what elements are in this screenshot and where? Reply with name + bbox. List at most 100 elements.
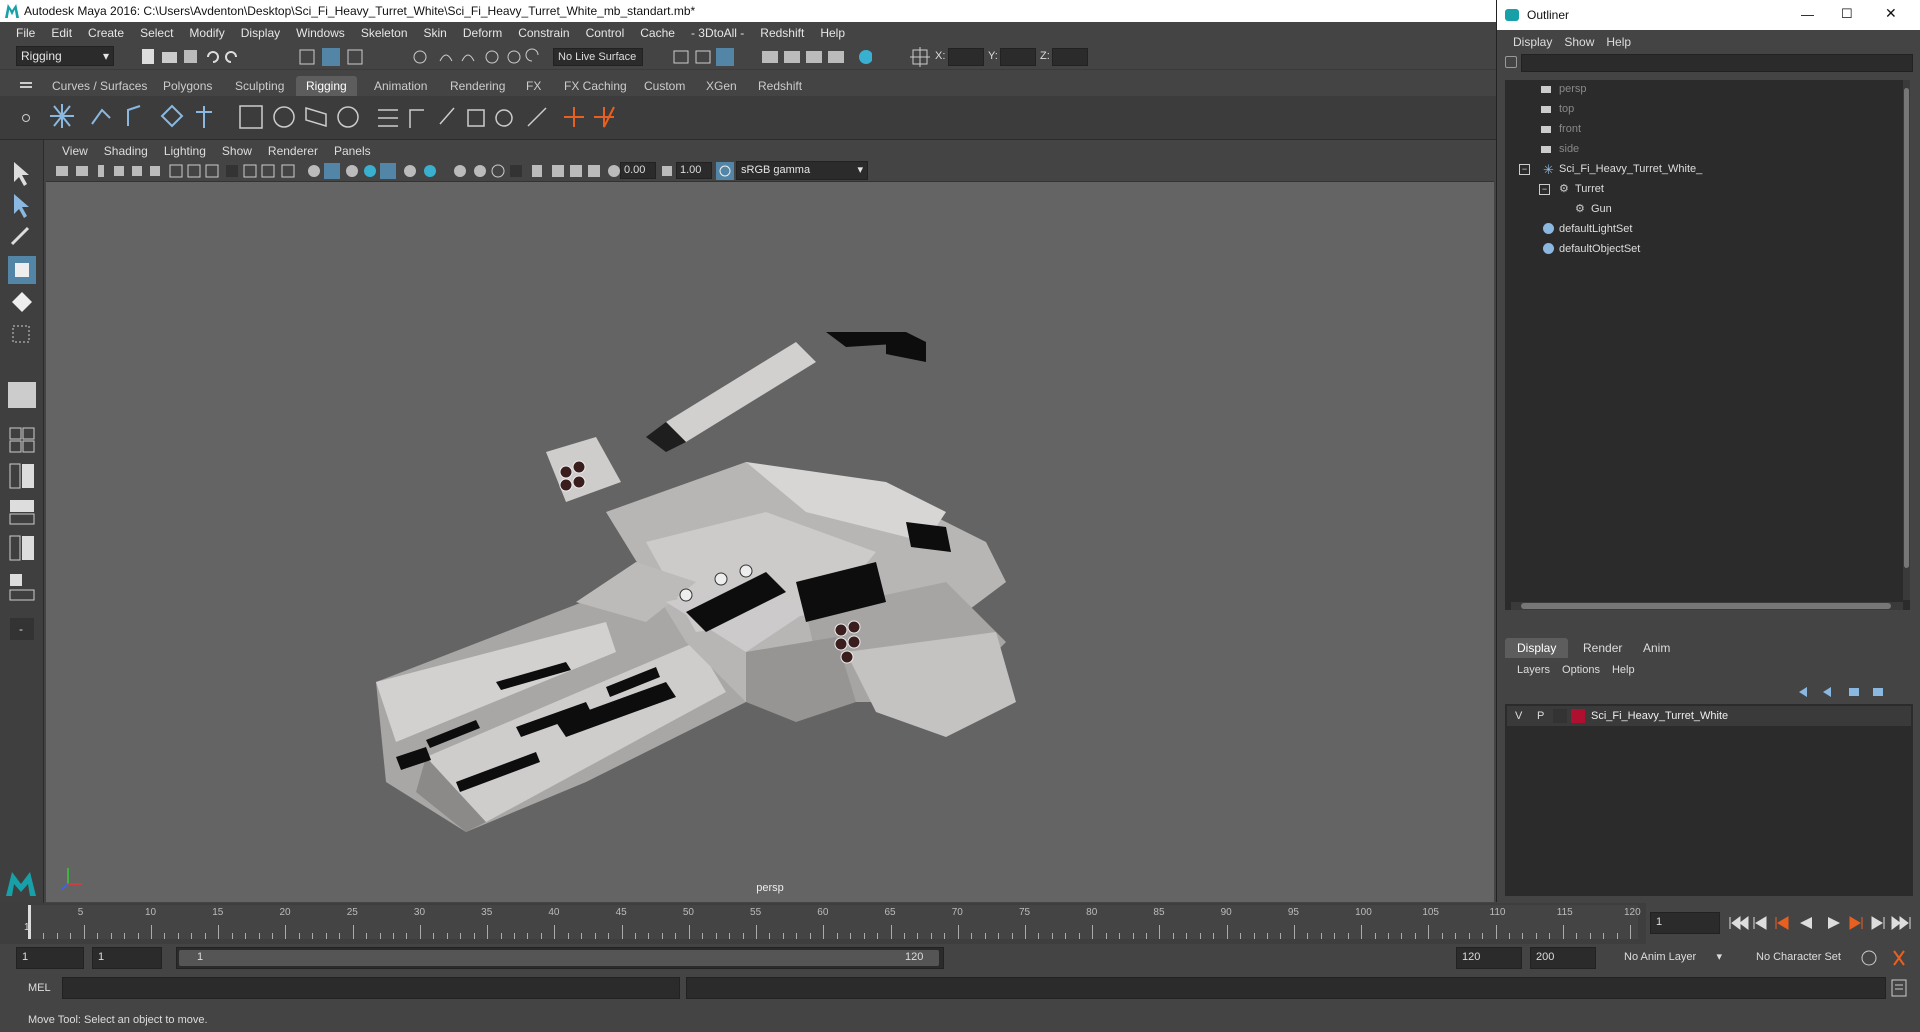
turret-model[interactable]	[46, 182, 1494, 902]
outliner-item-front[interactable]: front	[1559, 123, 1581, 135]
layer-tab-anim[interactable]: Anim	[1631, 638, 1682, 658]
collapse-toggle-icon[interactable]: −	[1519, 164, 1530, 175]
layer-menu-help[interactable]: Help	[1606, 664, 1641, 676]
minimize-button[interactable]: —	[1801, 7, 1814, 22]
layer-playback-toggle[interactable]: P	[1537, 710, 1544, 722]
shelf-tab-rigging[interactable]: Rigging	[296, 76, 357, 96]
outliner-horizontal-scrollbar[interactable]	[1511, 602, 1903, 610]
time-ruler[interactable]: 5 10 15 20 25 30 35 40 45 50 55 60 65 70 75 80 85 90 95 100…	[28, 905, 1641, 939]
menu-help[interactable]: Help	[812, 26, 853, 40]
layer-tab-render[interactable]: Render	[1571, 638, 1634, 658]
outliner-menu-help[interactable]: Help	[1600, 35, 1637, 49]
current-frame-field[interactable]: 1	[1650, 912, 1720, 934]
command-language-label[interactable]: MEL	[28, 982, 51, 994]
panel-menu-view[interactable]: View	[54, 144, 96, 158]
menu-skeleton[interactable]: Skeleton	[353, 26, 416, 40]
anim-layer-dropdown[interactable]: No Anim Layer ▾	[1612, 947, 1722, 969]
x-field[interactable]	[948, 48, 984, 66]
panel-menu-panels[interactable]: Panels	[326, 144, 379, 158]
menu-constrain[interactable]: Constrain	[510, 26, 577, 40]
playback-start-field[interactable]: 1	[92, 947, 162, 969]
menu-edit[interactable]: Edit	[43, 26, 80, 40]
panel-menu-lighting[interactable]: Lighting	[156, 144, 214, 158]
start-time-field[interactable]: 1	[16, 947, 84, 969]
outliner-vscroll-thumb[interactable]	[1904, 88, 1909, 568]
outliner-item-gun[interactable]: Gun	[1591, 203, 1612, 215]
maximize-button[interactable]: ☐	[1841, 6, 1853, 22]
shelf-menu-icon[interactable]	[20, 82, 32, 84]
end-time-field[interactable]: 200	[1530, 947, 1596, 969]
layer-row[interactable]: V P Sci_Fi_Heavy_Turret_White	[1507, 706, 1911, 726]
color-space-dropdown[interactable]: sRGB gamma ▾	[736, 161, 868, 180]
outliner-item-default-light-set[interactable]: defaultLightSet	[1559, 223, 1632, 235]
outliner-vertical-scrollbar[interactable]	[1903, 80, 1910, 600]
outliner-item-root[interactable]: Sci_Fi_Heavy_Turret_White_	[1559, 163, 1702, 175]
playback-end-field[interactable]: 120	[1456, 947, 1522, 969]
filter-icon[interactable]	[1505, 56, 1517, 68]
shelf-tab-polygons[interactable]: Polygons	[153, 76, 222, 96]
maya-home-icon[interactable]	[4, 870, 38, 898]
outliner-search-field[interactable]	[1521, 54, 1913, 72]
menu-windows[interactable]: Windows	[288, 26, 353, 40]
menu-file[interactable]: File	[8, 26, 43, 40]
close-button[interactable]: ✕	[1885, 5, 1897, 22]
viewport-persp[interactable]: persp	[46, 182, 1494, 902]
layer-name[interactable]: Sci_Fi_Heavy_Turret_White	[1591, 710, 1728, 722]
panel-menu-show[interactable]: Show	[214, 144, 260, 158]
shelf-settings-icon[interactable]	[22, 114, 30, 122]
shelf-tab-fx-caching[interactable]: FX Caching	[554, 76, 637, 96]
menu-deform[interactable]: Deform	[455, 26, 510, 40]
gamma-field[interactable]: 1.00	[676, 162, 712, 179]
shelf-tab-fx[interactable]: FX	[516, 76, 551, 96]
character-set-dropdown[interactable]: No Character Set	[1748, 947, 1878, 969]
menu-select[interactable]: Select	[132, 26, 181, 40]
menu-set-dropdown[interactable]: Rigging ▾	[16, 46, 114, 66]
shelf-tab-custom[interactable]: Custom	[634, 76, 695, 96]
menu-modify[interactable]: Modify	[181, 26, 232, 40]
menu-control[interactable]: Control	[578, 26, 633, 40]
menu-redshift[interactable]: Redshift	[752, 26, 812, 40]
outliner-item-top[interactable]: top	[1559, 103, 1574, 115]
shelf-tab-curves[interactable]: Curves / Surfaces	[42, 76, 157, 96]
y-field[interactable]	[1000, 48, 1036, 66]
outliner-menu-show[interactable]: Show	[1558, 35, 1600, 49]
outliner-item-turret[interactable]: Turret	[1575, 183, 1604, 195]
layer-visibility-toggle[interactable]: V	[1515, 710, 1522, 722]
exposure-field[interactable]: 0.00	[620, 162, 656, 179]
outliner-item-default-object-set[interactable]: defaultObjectSet	[1559, 243, 1640, 255]
outliner-item-persp[interactable]: persp	[1559, 83, 1587, 95]
panel-menu-renderer[interactable]: Renderer	[260, 144, 326, 158]
outliner-scroll-thumb[interactable]	[1521, 603, 1891, 609]
range-slider-handle[interactable]	[179, 950, 939, 966]
xray-icon	[474, 165, 486, 177]
layer-menu-layers[interactable]: Layers	[1511, 664, 1556, 676]
menu-cache[interactable]: Cache	[632, 26, 683, 40]
live-surface-field[interactable]: No Live Surface	[553, 48, 643, 66]
outliner-menu-display[interactable]: Display	[1507, 35, 1558, 49]
script-editor-icon[interactable]	[1890, 979, 1910, 997]
shelf-tab-sculpting[interactable]: Sculpting	[225, 76, 294, 96]
shelf-tab-xgen[interactable]: XGen	[696, 76, 747, 96]
menu-display[interactable]: Display	[233, 26, 288, 40]
panel-menu-shading[interactable]: Shading	[96, 144, 156, 158]
layer-color-swatch[interactable]	[1571, 709, 1585, 723]
shelf-tab-redshift[interactable]: Redshift	[748, 76, 812, 96]
layer-reference-toggle[interactable]	[1553, 709, 1567, 723]
shelf-tab-animation[interactable]: Animation	[364, 76, 437, 96]
transform-mode-icon[interactable]	[910, 47, 930, 67]
shelf-tab-rendering[interactable]: Rendering	[440, 76, 515, 96]
z-field[interactable]	[1052, 48, 1088, 66]
range-slider-track[interactable]: 1 120	[176, 947, 944, 969]
menu-create[interactable]: Create	[80, 26, 132, 40]
current-time-indicator[interactable]	[28, 905, 31, 939]
outliner-item-side[interactable]: side	[1559, 143, 1579, 155]
collapse-toggle-icon[interactable]: −	[1539, 184, 1550, 195]
menu-3dtoall[interactable]: - 3DtoAll -	[683, 26, 752, 40]
menu-skin[interactable]: Skin	[416, 26, 455, 40]
layer-list: V P Sci_Fi_Heavy_Turret_White	[1505, 704, 1913, 896]
layer-tab-display[interactable]: Display	[1505, 638, 1569, 658]
color-management-icon[interactable]	[716, 162, 734, 180]
layer-menu-options[interactable]: Options	[1556, 664, 1606, 676]
command-input[interactable]	[62, 977, 680, 999]
file-tools-icons	[142, 48, 363, 66]
